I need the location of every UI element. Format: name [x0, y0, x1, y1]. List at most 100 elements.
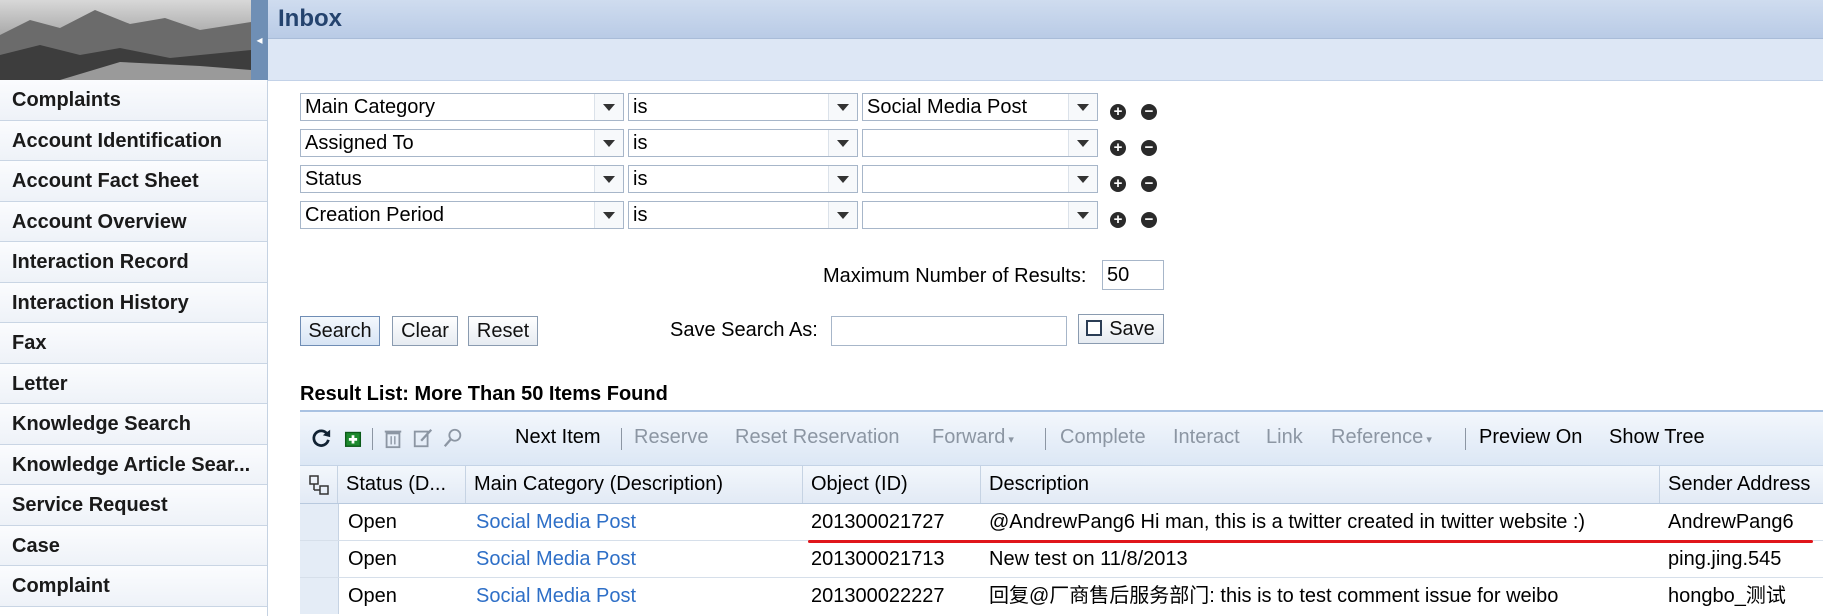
table-row[interactable]: Open Social Media Post 201300021713 New … — [300, 541, 1823, 578]
remove-criteria-icon[interactable]: − — [1141, 140, 1157, 156]
max-results-input[interactable]: 50 — [1102, 260, 1164, 290]
row-selector[interactable] — [300, 541, 339, 577]
search-button[interactable]: Search — [300, 316, 380, 346]
remove-criteria-icon[interactable]: − — [1141, 104, 1157, 120]
row-category-link[interactable]: Social Media Post — [468, 578, 811, 614]
criteria-field-value: Main Category — [305, 96, 436, 118]
dropdown-arrow-icon[interactable] — [828, 130, 857, 156]
criteria-operator-select[interactable]: is — [628, 201, 858, 229]
criteria-operator-select[interactable]: is — [628, 93, 858, 121]
search-icon[interactable] — [442, 426, 464, 450]
criteria-operator-value: is — [633, 132, 648, 154]
criteria-operator-select[interactable]: is — [628, 165, 858, 193]
criteria-value-select[interactable] — [862, 201, 1098, 229]
criteria-value-select[interactable] — [862, 165, 1098, 193]
row-status: Open — [348, 511, 397, 533]
edit-icon[interactable] — [412, 426, 434, 450]
row-selector[interactable] — [300, 504, 339, 540]
criteria-value-value: Social Media Post — [867, 96, 1028, 118]
column-header-description[interactable]: Description — [981, 466, 1660, 503]
nav-item-knowledge-search[interactable]: Knowledge Search — [0, 404, 267, 445]
criteria-field-select[interactable]: Main Category — [300, 93, 624, 121]
reset-reservation-button[interactable]: Reset Reservation — [735, 426, 900, 449]
remove-criteria-icon[interactable]: − — [1141, 212, 1157, 228]
dropdown-arrow-icon[interactable] — [594, 166, 623, 192]
criteria-field-select[interactable]: Creation Period — [300, 201, 624, 229]
row-object-id: 201300021727 — [811, 511, 945, 533]
row-description: @AndrewPang6 Hi man, this is a twitter c… — [989, 511, 1586, 533]
result-list-title: Result List: More Than 50 Items Found — [300, 383, 668, 405]
reference-menu-button[interactable]: Reference ▾ — [1331, 426, 1432, 449]
table-row[interactable]: Open Social Media Post 201300021727 @And… — [300, 504, 1823, 541]
column-header-object-id[interactable]: Object (ID) — [803, 466, 981, 503]
app-logo-image — [0, 0, 251, 80]
save-search-name-input[interactable] — [831, 316, 1067, 346]
nav-item-complaint[interactable]: Complaint — [0, 566, 267, 607]
criteria-operator-value: is — [633, 204, 648, 226]
next-item-button[interactable]: Next Item — [515, 426, 601, 449]
criteria-operator-select[interactable]: is — [628, 129, 858, 157]
add-criteria-icon[interactable]: + — [1110, 104, 1126, 120]
nav-item-complaints[interactable]: Complaints — [0, 80, 267, 121]
reset-button[interactable]: Reset — [468, 316, 538, 346]
dropdown-arrow-icon[interactable] — [594, 94, 623, 120]
table-settings-icon[interactable] — [300, 466, 338, 503]
dropdown-arrow-icon[interactable] — [828, 202, 857, 228]
column-header-sender-address[interactable]: Sender Address — [1660, 466, 1823, 503]
criteria-operator-value: is — [633, 168, 648, 190]
show-tree-button[interactable]: Show Tree — [1609, 426, 1705, 449]
row-sender: AndrewPang6 — [1668, 511, 1794, 533]
row-description: New test on 11/8/2013 — [989, 548, 1188, 570]
row-status: Open — [348, 585, 397, 607]
row-sender: hongbo_测试 — [1668, 585, 1786, 607]
row-selector[interactable] — [300, 578, 339, 614]
dropdown-arrow-icon[interactable] — [828, 94, 857, 120]
clear-button[interactable]: Clear — [392, 316, 458, 346]
trash-icon[interactable] — [382, 426, 404, 450]
reserve-button[interactable]: Reserve — [634, 426, 708, 449]
save-search-button[interactable]: Save — [1078, 314, 1164, 344]
dropdown-arrow-icon[interactable] — [1068, 202, 1097, 228]
navigation-sidebar: Complaints Account Identification Accoun… — [0, 80, 268, 616]
column-header-status[interactable]: Status (D... — [338, 466, 466, 503]
criteria-value-select[interactable] — [862, 129, 1098, 157]
dropdown-arrow-icon[interactable] — [1068, 94, 1097, 120]
link-button[interactable]: Link — [1266, 426, 1303, 449]
nav-item-knowledge-article-search[interactable]: Knowledge Article Sear... — [0, 444, 267, 485]
criteria-field-value: Status — [305, 168, 362, 190]
dropdown-arrow-icon[interactable] — [1068, 130, 1097, 156]
criteria-field-select[interactable]: Status — [300, 165, 624, 193]
criteria-field-select[interactable]: Assigned To — [300, 129, 624, 157]
dropdown-arrow-icon[interactable] — [1068, 166, 1097, 192]
dropdown-arrow-icon[interactable] — [594, 130, 623, 156]
nav-item-account-fact-sheet[interactable]: Account Fact Sheet — [0, 161, 267, 202]
preview-on-button[interactable]: Preview On — [1479, 426, 1582, 449]
nav-item-interaction-history[interactable]: Interaction History — [0, 282, 267, 323]
row-category-link[interactable]: Social Media Post — [468, 541, 811, 577]
new-item-icon[interactable] — [342, 426, 364, 450]
add-criteria-icon[interactable]: + — [1110, 140, 1126, 156]
nav-item-letter[interactable]: Letter — [0, 363, 267, 404]
nav-item-interaction-record[interactable]: Interaction Record — [0, 242, 267, 283]
nav-item-account-overview[interactable]: Account Overview — [0, 201, 267, 242]
nav-item-fax[interactable]: Fax — [0, 323, 267, 364]
dropdown-arrow-icon[interactable] — [594, 202, 623, 228]
column-header-main-category[interactable]: Main Category (Description) — [466, 466, 803, 503]
complete-button[interactable]: Complete — [1060, 426, 1146, 449]
collapse-nav-handle[interactable]: ◂ — [251, 0, 268, 80]
nav-item-account-identification[interactable]: Account Identification — [0, 120, 267, 161]
interact-button[interactable]: Interact — [1173, 426, 1240, 449]
toolbar-separator — [372, 428, 373, 450]
refresh-icon[interactable] — [310, 426, 332, 450]
criteria-operator-value: is — [633, 96, 648, 118]
row-category-link[interactable]: Social Media Post — [468, 504, 811, 540]
nav-item-case[interactable]: Case — [0, 525, 267, 566]
nav-item-service-request[interactable]: Service Request — [0, 485, 267, 526]
add-criteria-icon[interactable]: + — [1110, 176, 1126, 192]
dropdown-arrow-icon[interactable] — [828, 166, 857, 192]
forward-menu-button[interactable]: Forward ▾ — [932, 426, 1014, 449]
remove-criteria-icon[interactable]: − — [1141, 176, 1157, 192]
table-row[interactable]: Open Social Media Post 201300022227 回复@厂… — [300, 578, 1823, 615]
criteria-value-select[interactable]: Social Media Post — [862, 93, 1098, 121]
add-criteria-icon[interactable]: + — [1110, 212, 1126, 228]
